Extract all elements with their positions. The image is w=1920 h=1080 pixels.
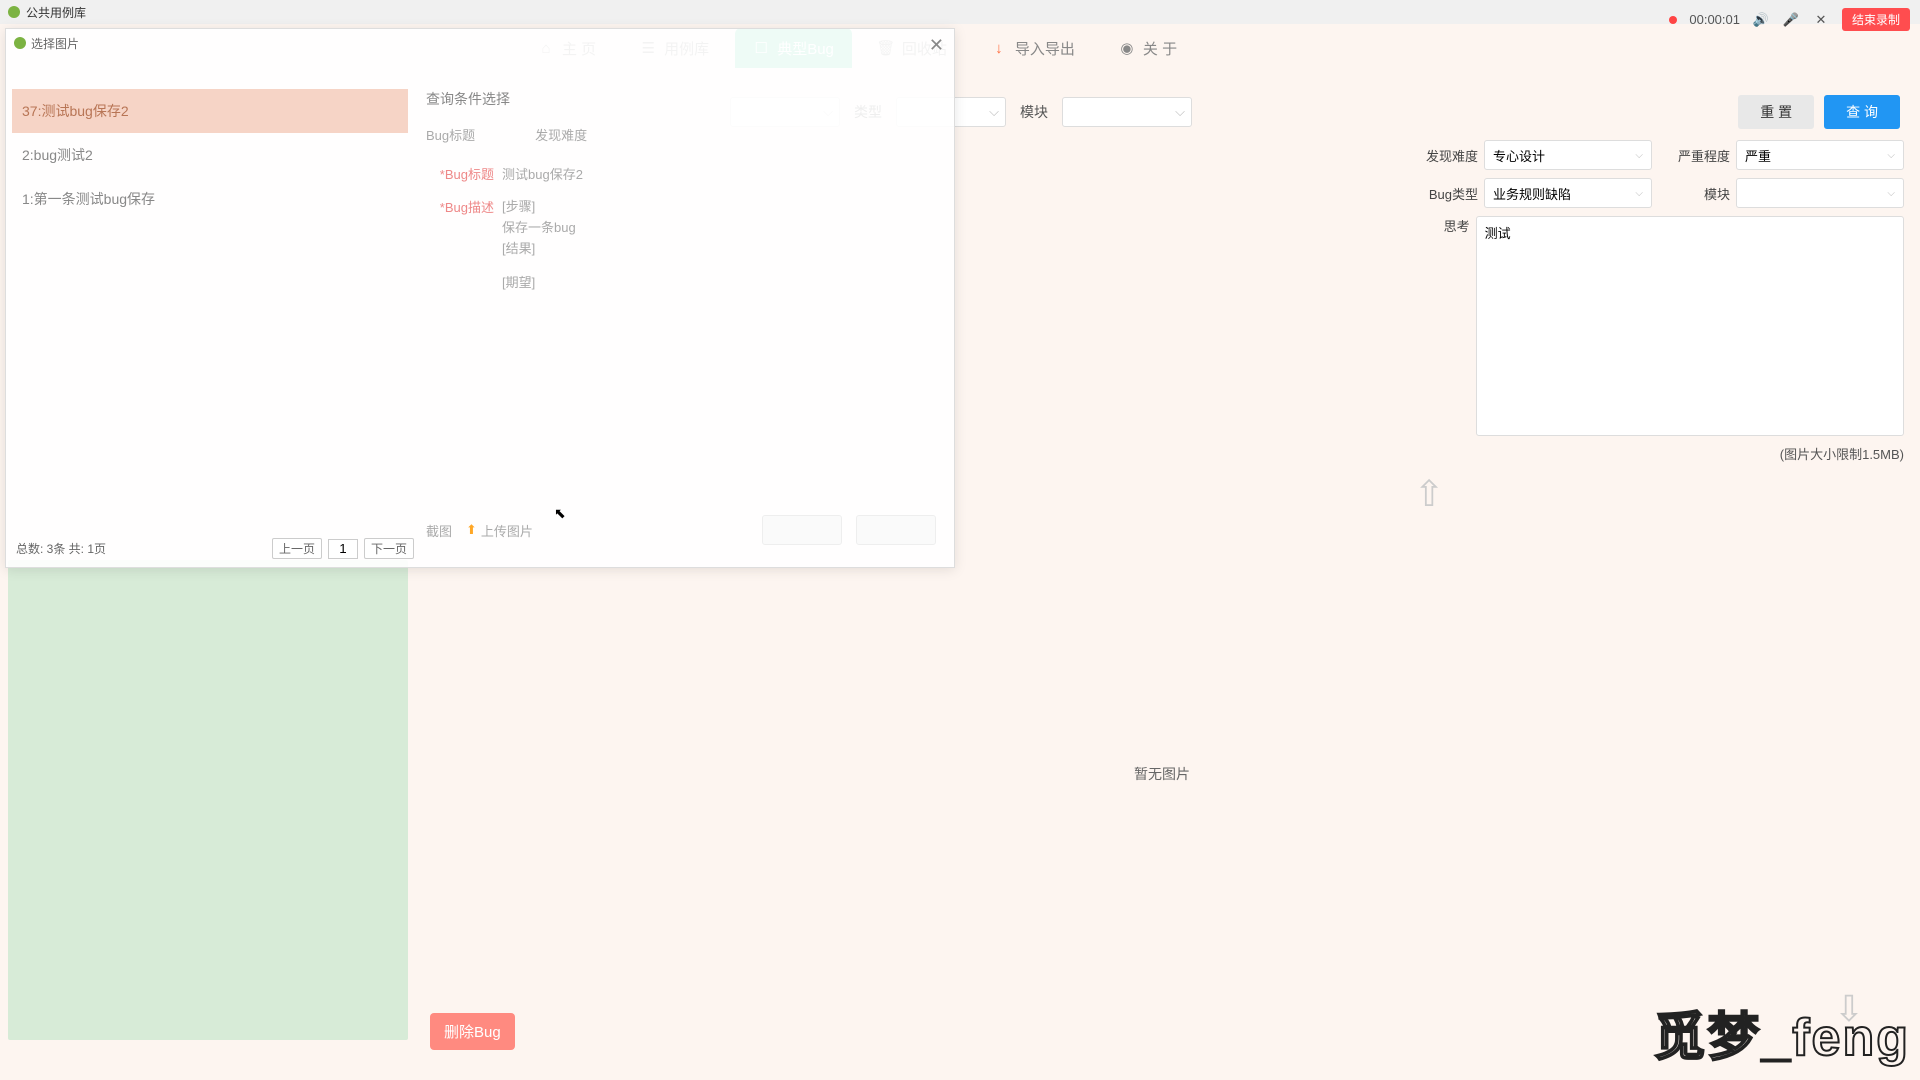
select-image-modal: 选择图片 ✕ 37:测试bug保存2 2:bug测试2 1:第一条测试bug保存… — [5, 28, 955, 568]
module-select[interactable]: ⌵ — [1736, 178, 1904, 208]
record-indicator-icon — [1669, 16, 1677, 24]
delete-bug-button[interactable]: 删除Bug — [430, 1013, 515, 1050]
bug-desc-label: *Bug描述 — [426, 197, 502, 216]
modal-title: 选择图片 — [31, 35, 79, 52]
chevron-down-icon: ⌵ — [1635, 150, 1643, 161]
pager: 总数: 3条 共: 1页 上一页 下一页 — [16, 538, 414, 559]
discovery-filter-label: 发现难度 — [535, 125, 587, 144]
recorder-toolbar: 00:00:01 🔊 🎤 ✕ 结束录制 — [1669, 8, 1910, 31]
next-page-button[interactable]: 下一页 — [364, 538, 414, 559]
speaker-icon[interactable]: 🔊 — [1752, 11, 1770, 29]
discovery-select[interactable]: 专心设计 ⌵ — [1484, 140, 1652, 170]
prev-page-button[interactable]: 上一页 — [272, 538, 322, 559]
detail-panel: 发现难度 专心设计 ⌵ 严重程度 严重 ⌵ Bug类型 业务规则缺陷 ⌵ 模块 — [1414, 140, 1904, 515]
severity-value: 严重 — [1745, 146, 1771, 165]
no-image-text: 暂无图片 — [420, 560, 1904, 988]
chevron-down-icon: ⌵ — [1635, 188, 1643, 199]
info-icon: ◉ — [1119, 40, 1135, 56]
thinking-label: 思考 — [1414, 216, 1476, 235]
app-icon — [8, 6, 20, 18]
query-button[interactable]: 查 询 — [1824, 95, 1900, 129]
thinking-value: 测试 — [1485, 226, 1511, 241]
desc-expect: [期望] — [502, 273, 576, 294]
tab-about[interactable]: ◉ 关 于 — [1101, 28, 1195, 68]
list-item[interactable]: 1:第一条测试bug保存 — [12, 177, 408, 221]
tab-import-export[interactable]: ↓ 导入导出 — [973, 28, 1093, 68]
download-icon: ↓ — [991, 40, 1007, 56]
bug-desc-content: [步骤] 保存一条bug [结果] [期望] — [502, 197, 576, 294]
tab-import-label: 导入导出 — [1015, 38, 1075, 59]
module-select[interactable]: ⌵ — [1062, 97, 1192, 127]
reset-button[interactable]: 重 置 — [1738, 95, 1814, 129]
bugtype-value: 业务规则缺陷 — [1493, 184, 1571, 203]
desc-steps: [步骤] — [502, 197, 576, 218]
chevron-down-icon: ⌵ — [1887, 150, 1895, 161]
chevron-down-icon: ⌵ — [989, 104, 999, 120]
modal-action-button-2[interactable] — [856, 515, 936, 545]
bugtype-select[interactable]: 业务规则缺陷 ⌵ — [1484, 178, 1652, 208]
modal-action-button-1[interactable] — [762, 515, 842, 545]
close-icon[interactable]: ✕ — [1812, 11, 1830, 29]
chevron-down-icon: ⌵ — [1887, 188, 1895, 199]
tab-about-label: 关 于 — [1143, 38, 1177, 59]
end-record-button[interactable]: 结束录制 — [1842, 8, 1910, 31]
thinking-textarea[interactable]: 测试 — [1476, 216, 1904, 436]
search-section-title: 查询条件选择 — [426, 89, 936, 109]
arrow-down-icon[interactable]: ⇩ — [1834, 988, 1864, 1030]
desc-result: [结果] — [502, 239, 576, 260]
chevron-down-icon: ⌵ — [1175, 104, 1185, 120]
size-limit-note: (图片大小限制1.5MB) — [1414, 444, 1904, 463]
bug-title-filter-label: Bug标题 — [426, 125, 475, 144]
modal-close-button[interactable]: ✕ — [929, 35, 944, 56]
record-timer: 00:00:01 — [1689, 12, 1740, 27]
bug-title-value: 测试bug保存2 — [502, 164, 583, 183]
module-label: 模块 — [1666, 184, 1736, 203]
module-label: 模块 — [1020, 102, 1048, 122]
left-placeholder-panel — [8, 560, 408, 1040]
severity-label: 严重程度 — [1666, 146, 1736, 165]
bugtype-label: Bug类型 — [1414, 184, 1484, 203]
arrow-up-icon[interactable]: ⇧ — [1414, 473, 1864, 515]
list-item[interactable]: 37:测试bug保存2 — [12, 89, 408, 133]
discovery-label: 发现难度 — [1414, 146, 1484, 165]
app-title: 公共用例库 — [26, 4, 86, 21]
window-title-bar: 公共用例库 — [0, 0, 1920, 24]
modal-title-bar: 选择图片 — [6, 29, 954, 57]
severity-select[interactable]: 严重 ⌵ — [1736, 140, 1904, 170]
modal-icon — [14, 37, 26, 49]
bug-title-label: *Bug标题 — [426, 164, 502, 183]
upload-image-button[interactable]: ⬆ 上传图片 — [466, 521, 533, 540]
bug-form: 查询条件选择 Bug标题 发现难度 *Bug标题 测试bug保存2 *Bug描述… — [426, 89, 936, 308]
pager-total: 总数: 3条 共: 1页 — [16, 540, 106, 557]
mic-icon[interactable]: 🎤 — [1782, 11, 1800, 29]
page-input[interactable] — [328, 539, 358, 559]
screenshot-button[interactable]: 截图 — [426, 521, 452, 540]
image-preview-area: 暂无图片 ⇩ — [420, 560, 1904, 1030]
bug-list: 37:测试bug保存2 2:bug测试2 1:第一条测试bug保存 — [12, 89, 408, 221]
upload-icon: ⬆ — [466, 522, 477, 538]
modal-actions: 截图 ⬆ 上传图片 — [426, 515, 936, 545]
list-item[interactable]: 2:bug测试2 — [12, 133, 408, 177]
discovery-value: 专心设计 — [1493, 146, 1545, 165]
desc-save: 保存一条bug — [502, 218, 576, 239]
